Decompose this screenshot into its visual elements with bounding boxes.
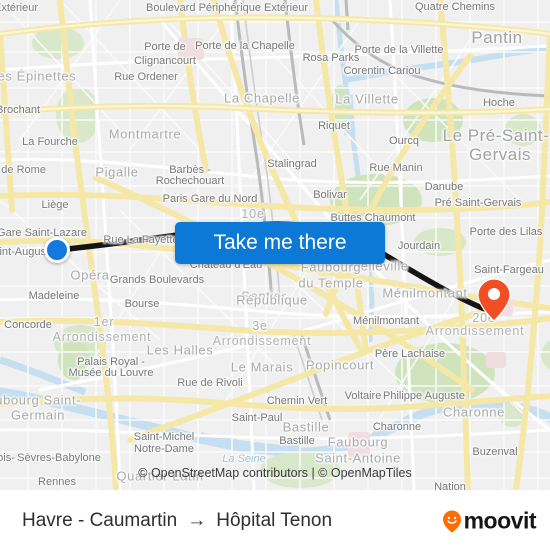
- origin-marker[interactable]: [44, 237, 70, 263]
- take-me-there-button[interactable]: Take me there: [175, 222, 385, 264]
- destination-marker[interactable]: [477, 278, 511, 322]
- map-canvas[interactable]: Boulevard Périphérique Extérieur Quatre C…: [0, 0, 550, 490]
- moovit-map-screenshot: Boulevard Périphérique Extérieur Quatre C…: [0, 0, 550, 550]
- footer-bar: Havre - Caumartin → Hôpital Tenon moovit: [0, 490, 550, 550]
- trip-origin-label: Havre - Caumartin: [22, 510, 178, 531]
- moovit-wordmark: moovit: [463, 507, 537, 534]
- take-me-there-label: Take me there: [213, 231, 347, 254]
- trip-summary: Havre - Caumartin → Hôpital Tenon: [22, 510, 332, 532]
- trip-destination-label: Hôpital Tenon: [216, 510, 333, 531]
- map-attribution[interactable]: © OpenStreetMap contributors | © OpenMap…: [0, 462, 550, 484]
- moovit-pin-icon: [442, 509, 462, 533]
- arrow-right-icon: →: [187, 510, 207, 531]
- moovit-logo[interactable]: moovit: [442, 507, 537, 535]
